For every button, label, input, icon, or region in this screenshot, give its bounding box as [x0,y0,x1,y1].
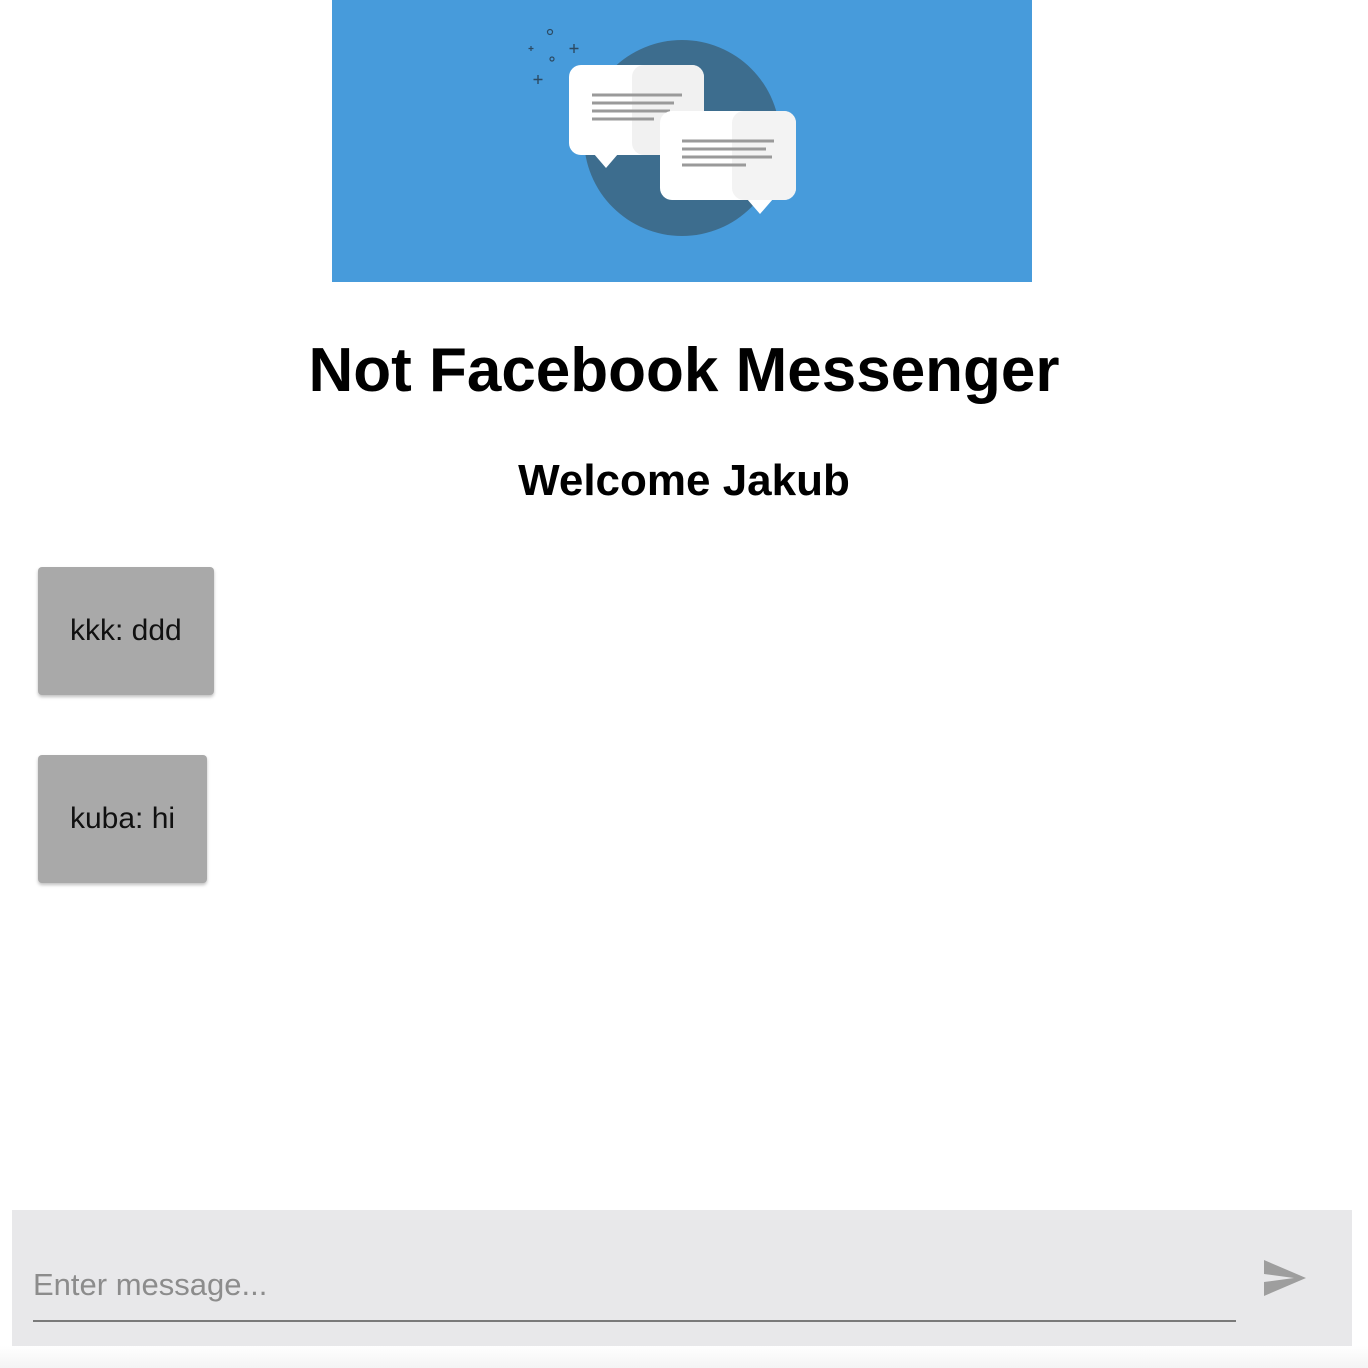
send-icon [1264,1260,1306,1296]
message-text: kuba: hi [70,802,176,835]
message-bubble: kuba: hi [38,755,208,883]
page-title: Not Facebook Messenger [308,336,1060,405]
send-button[interactable] [1256,1254,1312,1302]
welcome-heading: Welcome Jakub [518,456,850,505]
header-banner [332,0,1032,282]
messenger-app: Not Facebook Messenger Welcome Jakub kkk… [0,0,1368,1368]
message-input[interactable] [33,1250,1236,1322]
chat-bubbles-illustration-icon [332,0,1032,282]
message-composer [12,1210,1352,1346]
message-text: kkk: ddd [70,614,182,647]
window-bottom-edge [0,1346,1368,1368]
message-bubble: kkk: ddd [38,567,214,695]
